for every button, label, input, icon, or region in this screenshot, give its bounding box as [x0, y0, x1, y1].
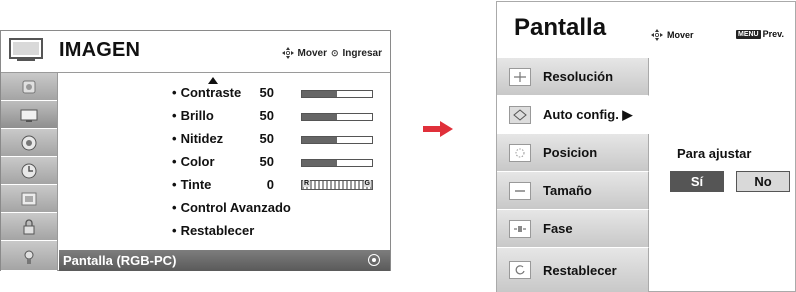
auto-config-icon — [509, 105, 531, 124]
transition-arrow-icon — [423, 121, 453, 137]
menu-key-icon: MENU — [736, 29, 761, 39]
pantalla-menu-header: Pantalla Mover MENU Prev. — [497, 2, 795, 56]
pantalla-move-label: Mover — [667, 30, 694, 40]
option-contraste-value: 50 — [259, 85, 274, 100]
color-level-bar[interactable] — [301, 159, 373, 167]
pantalla-move-hint: Mover — [651, 29, 694, 41]
pantalla-item-label: Resolución — [543, 69, 614, 84]
picture-icon[interactable] — [1, 73, 57, 101]
option-restablecer[interactable]: • Restablecer — [172, 223, 254, 238]
pantalla-item-label: Posicion — [543, 145, 598, 160]
pantalla-item-auto-config[interactable]: Auto config. ▶ — [497, 96, 649, 134]
pantalla-item-label: Restablecer — [543, 262, 617, 278]
imagen-menu-title: IMAGEN — [59, 39, 141, 61]
resolution-icon — [509, 67, 531, 86]
tint-green-label: G — [363, 180, 371, 187]
pantalla-menu-title: Pantalla — [514, 14, 607, 41]
brillo-level-fill — [302, 114, 337, 120]
nitidez-level-fill — [302, 137, 337, 143]
selected-item-pantalla-rgb-pc[interactable]: Pantalla (RGB-PC) — [59, 250, 390, 271]
yes-button[interactable]: Sí — [670, 171, 724, 192]
contraste-level-fill — [302, 91, 337, 97]
pantalla-item-posicion[interactable]: Posicion — [497, 134, 649, 172]
pantalla-item-label: Fase — [543, 221, 573, 236]
option-nitidez[interactable]: • Nitidez — [172, 131, 223, 146]
option-nitidez-value: 50 — [259, 131, 274, 146]
lock-icon[interactable] — [1, 213, 57, 241]
option-tinte-value: 0 — [266, 177, 274, 192]
pantalla-item-resolucion[interactable]: Resolución — [497, 58, 649, 96]
pantalla-item-fase[interactable]: Fase — [497, 210, 649, 248]
option-tinte[interactable]: • Tinte — [172, 177, 211, 192]
option-contraste[interactable]: • Contraste — [172, 85, 241, 100]
option-brillo-value: 50 — [259, 108, 274, 123]
scroll-up-arrow-icon[interactable] — [208, 77, 218, 84]
enter-icon: ⊙ — [330, 47, 339, 58]
pantalla-item-label: Tamaño — [543, 183, 592, 198]
color-level-fill — [302, 160, 337, 166]
phase-icon — [509, 219, 531, 238]
adjust-prompt: Para ajustar — [677, 146, 752, 161]
enter-hint-label: Ingresar — [342, 47, 382, 59]
pantalla-prev-hint: MENU Prev. — [736, 29, 784, 39]
reset-icon — [509, 261, 531, 279]
imagen-menu-header: IMAGEN Mover ⊙ Ingresar — [1, 31, 390, 73]
option-color-value: 50 — [259, 154, 274, 169]
screen-icon[interactable] — [1, 101, 57, 129]
imagen-menu-panel: IMAGEN Mover ⊙ Ingresar • Contraste 50 •… — [0, 30, 391, 271]
imagen-menu-hint: Mover ⊙ Ingresar — [281, 47, 382, 59]
move-arrows-icon — [281, 47, 294, 59]
option-color[interactable]: • Color — [172, 154, 215, 169]
option-control-avanzado[interactable]: • Control Avanzado — [172, 200, 291, 215]
pantalla-item-restablecer[interactable]: Restablecer — [497, 248, 649, 292]
time-icon[interactable] — [1, 157, 57, 185]
move-arrows-icon — [651, 29, 663, 41]
imagen-option-list: • Contraste 50 • Brillo 50 • Nitidez 50 • Co… — [59, 73, 390, 250]
move-hint-label: Mover — [297, 47, 327, 59]
pantalla-prev-label: Prev. — [762, 29, 784, 39]
contraste-level-bar[interactable] — [301, 90, 373, 98]
input-icon[interactable] — [1, 241, 57, 271]
pantalla-item-tamano[interactable]: Tamaño — [497, 172, 649, 210]
nitidez-level-bar[interactable] — [301, 136, 373, 144]
pantalla-item-list: Resolución Auto config. ▶ Posicion Tamañ… — [497, 58, 649, 292]
no-button[interactable]: No — [736, 171, 790, 192]
tinte-balance-bar[interactable]: R G — [301, 180, 373, 190]
category-sidebar — [1, 73, 58, 271]
tint-red-label: R — [303, 180, 311, 187]
option-icon[interactable] — [1, 185, 57, 213]
tv-icon — [9, 38, 43, 61]
pantalla-menu-panel: Pantalla Mover MENU Prev. Resolución Aut… — [496, 1, 796, 292]
pantalla-item-label: Auto config. ▶ — [543, 106, 633, 122]
option-brillo[interactable]: • Brillo — [172, 108, 214, 123]
size-icon — [509, 181, 531, 200]
position-icon — [509, 143, 531, 162]
selected-item-label: Pantalla (RGB-PC) — [63, 253, 177, 268]
auto-config-dialog: Para ajustar Sí No — [649, 58, 795, 292]
sound-icon[interactable] — [1, 129, 57, 157]
brillo-level-bar[interactable] — [301, 113, 373, 121]
ok-circle-icon — [368, 254, 380, 266]
